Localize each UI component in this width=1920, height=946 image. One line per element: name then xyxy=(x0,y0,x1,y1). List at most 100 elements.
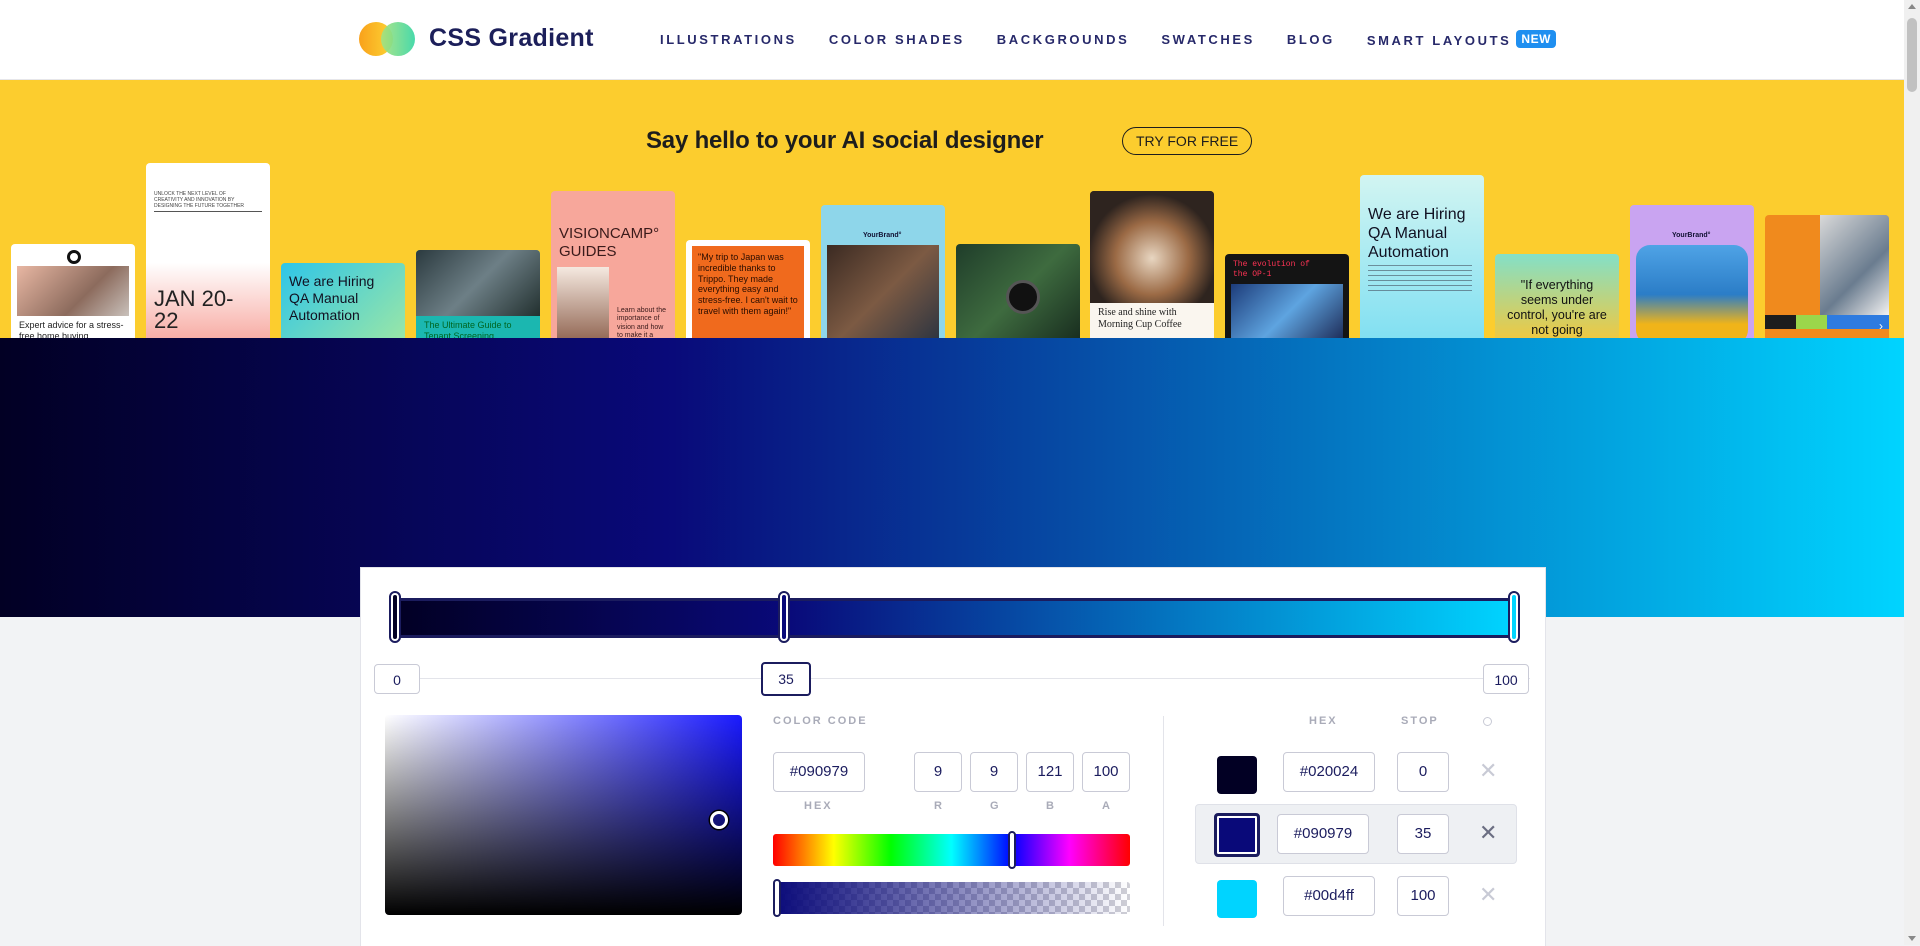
banner-card[interactable]: "If everything seems under control, you'… xyxy=(1495,254,1619,338)
main-nav: ILLUSTRATIONS COLOR SHADES BACKGROUNDS S… xyxy=(660,30,1556,50)
card-text: JAN 20-22 xyxy=(154,286,234,333)
banner-card[interactable]: VISIONCAMP° GUIDES Learn about the impor… xyxy=(551,191,675,338)
card-photo xyxy=(1231,284,1343,338)
nav-smart-layouts-label: SMART LAYOUTS xyxy=(1366,33,1512,48)
card-text: We are Hiring QA Manual Automation xyxy=(1368,206,1466,262)
stop-hex-35[interactable]: #090979 xyxy=(1277,814,1369,854)
chevron-right-icon[interactable]: › xyxy=(1879,319,1883,333)
card-text: VISIONCAMP° GUIDES xyxy=(559,225,660,260)
try-for-free-button[interactable]: TRY FOR FREE xyxy=(1122,127,1253,155)
card-text: Learn about the importance of vision and… xyxy=(617,307,667,338)
card-text: The evolution of the OP-1 xyxy=(1233,260,1310,279)
nav-blog[interactable]: BLOG xyxy=(1287,32,1335,50)
rotate-icon[interactable] xyxy=(1483,717,1492,726)
position-track xyxy=(375,678,1530,679)
stop-row-100[interactable]: #00d4ff 100 ✕ xyxy=(1195,866,1517,926)
scroll-down-icon[interactable] xyxy=(1908,936,1916,941)
banner-card[interactable]: We are Hiring QA Manual Automation xyxy=(281,263,405,338)
stop-hex-0[interactable]: #020024 xyxy=(1283,752,1375,792)
card-photo xyxy=(416,250,540,316)
stop-row-35[interactable]: #090979 35 ✕ xyxy=(1195,804,1517,864)
card-text: UNLOCK THE NEXT LEVEL OF CREATIVITY AND … xyxy=(154,191,245,209)
stop-handle-35[interactable] xyxy=(778,591,790,643)
hue-knob[interactable] xyxy=(1008,831,1017,869)
banner-card[interactable]: YourBrand° xyxy=(1630,205,1754,338)
hex-label: HEX xyxy=(804,800,833,812)
card-photo xyxy=(1090,191,1214,303)
card-text: "My trip to Japan was incredible thanks … xyxy=(698,252,798,316)
g-input[interactable]: 9 xyxy=(970,752,1018,792)
stop-swatch-0[interactable] xyxy=(1217,756,1257,794)
a-input[interactable]: 100 xyxy=(1082,752,1130,792)
stop-swatch-100[interactable] xyxy=(1217,880,1257,918)
scroll-up-icon[interactable] xyxy=(1908,4,1916,9)
card-text: Rise and shine with Morning Cup Coffee xyxy=(1098,307,1182,330)
banner-card[interactable]: Expert advice for a stress-free home buy… xyxy=(11,244,135,338)
nav-illustrations[interactable]: ILLUSTRATIONS xyxy=(660,32,797,50)
ad-banner[interactable]: Say hello to your AI social designer TRY… xyxy=(0,80,1904,338)
top-header: CSS Gradient ILLUSTRATIONS COLOR SHADES … xyxy=(0,0,1904,80)
r-label: R xyxy=(934,800,944,812)
panel-divider xyxy=(1163,716,1164,926)
page-scrollbar[interactable] xyxy=(1904,0,1920,945)
card-text: We are Hiring QA Manual Automation xyxy=(289,273,375,323)
banner-card[interactable]: The evolution of the OP-1 xyxy=(1225,254,1349,338)
stop-value-100[interactable]: 100 xyxy=(1397,876,1449,916)
card-photo xyxy=(1636,245,1748,338)
stop-handle-0[interactable] xyxy=(389,591,401,643)
logo-icon[interactable] xyxy=(359,22,415,56)
card-text: YourBrand° xyxy=(863,232,902,239)
new-badge: NEW xyxy=(1516,30,1556,48)
saturation-picker[interactable] xyxy=(385,715,742,915)
stop-position-100[interactable]: 100 xyxy=(1483,664,1529,694)
scroll-thumb[interactable] xyxy=(1907,18,1917,92)
banner-title: Say hello to your AI social designer xyxy=(646,127,1044,154)
card-photo xyxy=(827,245,939,338)
banner-card[interactable]: "My trip to Japan was incredible thanks … xyxy=(686,240,810,338)
gradient-editor-panel: 0 35 100 COLOR CODE #090979 9 9 121 100 … xyxy=(360,567,1546,946)
nav-smart-layouts[interactable]: SMART LAYOUTS NEW xyxy=(1366,30,1556,50)
r-input[interactable]: 9 xyxy=(914,752,962,792)
card-photo xyxy=(557,267,609,338)
hex-column-header: HEX xyxy=(1309,715,1338,727)
stop-position-35[interactable]: 35 xyxy=(761,662,811,696)
pin-icon xyxy=(67,250,81,264)
banner-card[interactable] xyxy=(956,244,1080,338)
banner-card[interactable]: The Ultimate Guide to Tenant Screening xyxy=(416,250,540,338)
card-text: Expert advice for a stress-free home buy… xyxy=(19,320,124,338)
banner-card[interactable]: Rise and shine with Morning Cup Coffee xyxy=(1090,191,1214,338)
banner-card[interactable]: YourBrand° xyxy=(821,205,945,338)
nav-swatches[interactable]: SWATCHES xyxy=(1161,32,1255,50)
hex-input[interactable]: #090979 xyxy=(773,752,865,792)
remove-stop-icon[interactable]: ✕ xyxy=(1479,882,1497,908)
nav-backgrounds[interactable]: BACKGROUNDS xyxy=(997,32,1130,50)
stop-position-0[interactable]: 0 xyxy=(374,664,420,694)
b-input[interactable]: 121 xyxy=(1026,752,1074,792)
color-code-label: COLOR CODE xyxy=(773,715,868,727)
remove-stop-icon[interactable]: ✕ xyxy=(1479,758,1497,784)
stop-handle-100[interactable] xyxy=(1508,591,1520,643)
stop-value-35[interactable]: 35 xyxy=(1397,814,1449,854)
hue-slider[interactable] xyxy=(773,834,1130,866)
remove-stop-icon[interactable]: ✕ xyxy=(1479,820,1497,846)
card-photo xyxy=(1820,215,1889,315)
stop-hex-100[interactable]: #00d4ff xyxy=(1283,876,1375,916)
stop-row-0[interactable]: #020024 0 ✕ xyxy=(1195,742,1517,802)
a-label: A xyxy=(1102,800,1112,812)
alpha-slider[interactable] xyxy=(773,882,1130,914)
card-text: The Ultimate Guide to Tenant Screening xyxy=(424,320,512,338)
brand-name[interactable]: CSS Gradient xyxy=(429,24,594,53)
card-photo xyxy=(17,266,129,316)
banner-card[interactable]: › xyxy=(1765,215,1889,338)
card-text: "If everything seems under control, you'… xyxy=(1507,278,1607,337)
g-label: G xyxy=(990,800,1001,812)
banner-card[interactable]: We are Hiring QA Manual Automation xyxy=(1360,175,1484,338)
card-text: YourBrand° xyxy=(1672,232,1711,239)
alpha-knob[interactable] xyxy=(773,879,781,917)
stop-swatch-35[interactable] xyxy=(1214,813,1260,857)
banner-card[interactable]: UNLOCK THE NEXT LEVEL OF CREATIVITY AND … xyxy=(146,163,270,338)
stop-value-0[interactable]: 0 xyxy=(1397,752,1449,792)
gradient-slider-bar[interactable] xyxy=(394,598,1514,638)
picker-cursor[interactable] xyxy=(710,811,728,829)
nav-color-shades[interactable]: COLOR SHADES xyxy=(829,32,965,50)
